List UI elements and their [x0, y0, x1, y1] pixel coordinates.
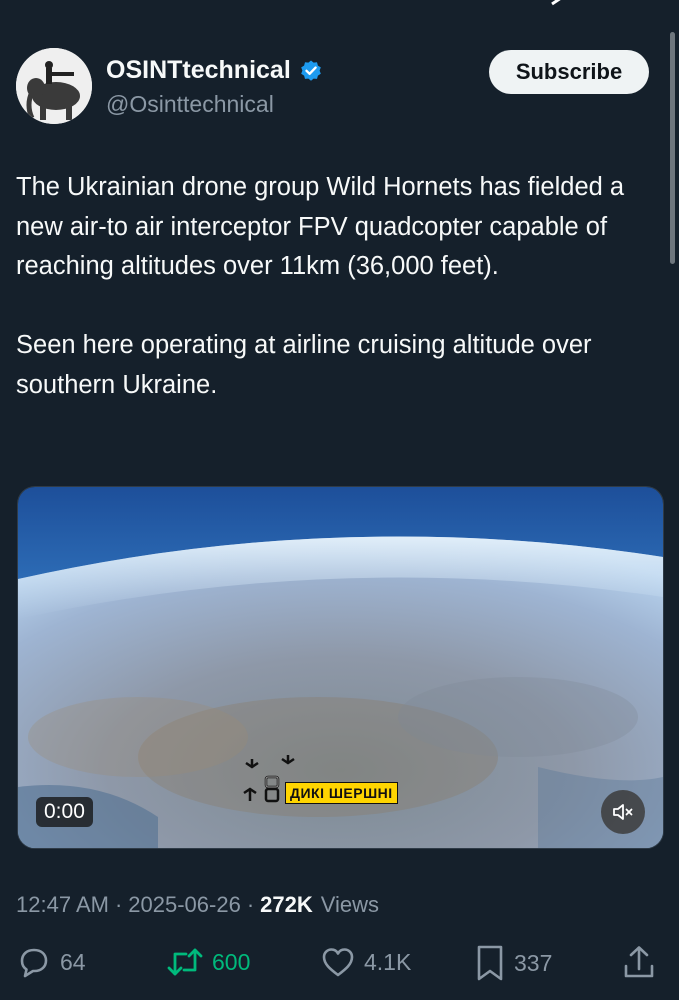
speaker-muted-icon	[613, 804, 633, 820]
views-count: 272K	[260, 892, 313, 917]
bookmark-icon	[477, 945, 503, 981]
post-time[interactable]: 12:47 AM	[16, 892, 109, 918]
tweet-header: OSINTtechnical @Osinttechnical Subscribe	[16, 48, 649, 124]
tweet-text: The Ukrainian drone group Wild Hornets h…	[16, 168, 656, 405]
watermark-logo: ДИКІ ШЕРШНІ	[240, 749, 440, 809]
video-timestamp: 0:00	[36, 797, 93, 827]
retweet-icon	[167, 948, 203, 976]
tweet-paragraph: Seen here operating at airline cruising …	[16, 331, 592, 399]
page-scrollbar[interactable]	[670, 32, 675, 264]
reply-count: 64	[60, 948, 86, 975]
display-name[interactable]: OSINTtechnical	[106, 56, 291, 85]
name-block: OSINTtechnical @Osinttechnical	[106, 56, 323, 118]
bookmark-button[interactable]: 337	[474, 944, 552, 982]
tweet-meta: 12:47 AM · 2025-06-26 · 272K Views	[16, 892, 379, 918]
mute-button[interactable]	[601, 790, 645, 834]
retweet-count: 600	[212, 948, 251, 975]
verified-badge-icon	[300, 60, 321, 81]
share-icon	[624, 946, 654, 978]
meta-separator: ·	[114, 892, 123, 917]
user-handle[interactable]: @Osinttechnical	[106, 91, 323, 118]
bookmark-count: 337	[514, 949, 553, 976]
share-button[interactable]	[622, 944, 656, 980]
meta-separator: ·	[246, 892, 255, 917]
post-date[interactable]: 2025-06-26	[128, 892, 241, 918]
like-count: 4.1K	[364, 948, 412, 975]
top-edge-icon	[551, 0, 561, 6]
watermark-label: ДИКІ ШЕРШНІ	[285, 782, 398, 804]
views-label: Views	[320, 892, 380, 917]
heart-icon	[322, 948, 354, 977]
reply-icon	[20, 948, 48, 978]
subscribe-button[interactable]: Subscribe	[489, 50, 649, 94]
video-player[interactable]: ДИКІ ШЕРШНІ 0:00	[17, 486, 664, 849]
action-bar: 64 600 4.1K 337	[16, 944, 663, 984]
retweet-button[interactable]: 600	[166, 944, 250, 980]
like-button[interactable]: 4.1K	[320, 944, 411, 980]
reply-button[interactable]: 64	[16, 944, 86, 980]
tweet-paragraph: The Ukrainian drone group Wild Hornets h…	[16, 173, 625, 280]
avatar[interactable]	[16, 48, 92, 124]
